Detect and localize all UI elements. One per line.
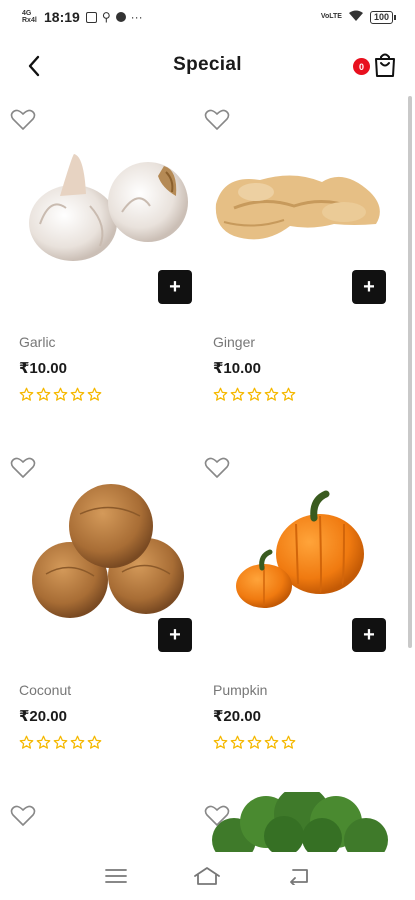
network-type: 4G <box>22 10 32 17</box>
star-icon <box>264 387 279 401</box>
status-left: 4G Rx4l 18:19 ⚲ ··· <box>22 9 143 25</box>
heart-icon <box>10 457 36 478</box>
heart-icon <box>10 109 36 130</box>
star-icon <box>264 735 279 749</box>
status-right: VoLTE 100 <box>320 10 397 24</box>
favorite-button[interactable] <box>10 804 36 828</box>
scrollbar[interactable] <box>408 96 412 648</box>
favorite-button[interactable] <box>10 108 36 132</box>
heart-icon <box>204 457 230 478</box>
rating-stars <box>19 735 102 750</box>
favorite-button[interactable] <box>204 804 230 828</box>
back-icon <box>290 869 309 885</box>
notification-icons: ⚲ ··· <box>85 10 143 24</box>
add-to-cart-button[interactable]: + <box>158 618 192 652</box>
favorite-button[interactable] <box>10 456 36 480</box>
star-icon <box>213 735 228 749</box>
star-icon <box>87 387 102 401</box>
star-icon <box>281 387 296 401</box>
product-name: Garlic <box>19 334 56 350</box>
heart-icon <box>204 805 230 826</box>
product-price: ₹20.00 <box>19 708 67 725</box>
rating-stars <box>213 387 296 402</box>
plus-icon: + <box>169 624 181 646</box>
more-icon: ··· <box>130 10 143 24</box>
menu-button[interactable] <box>96 861 136 891</box>
heart-icon <box>204 109 230 130</box>
add-to-cart-button[interactable]: + <box>352 618 386 652</box>
star-icon <box>53 387 68 401</box>
plus-icon: + <box>363 276 375 298</box>
star-icon <box>70 387 85 401</box>
star-icon <box>230 735 245 749</box>
back-nav-button[interactable] <box>279 861 319 891</box>
menu-icon <box>104 869 127 883</box>
status-bar: 4G Rx4l 18:19 ⚲ ··· VoLTE 100 <box>0 0 415 34</box>
product-price: ₹10.00 <box>213 360 261 377</box>
star-icon <box>281 735 296 749</box>
star-icon <box>36 735 51 749</box>
favorite-button[interactable] <box>204 456 230 480</box>
chevron-left-icon <box>28 55 40 77</box>
star-icon <box>87 735 102 749</box>
wifi-icon <box>348 10 364 24</box>
battery-icon: 100 <box>369 10 397 24</box>
cart-button[interactable]: 0 <box>353 52 397 80</box>
rating-stars <box>19 387 102 402</box>
cart-badge: 0 <box>353 58 370 75</box>
star-icon <box>247 387 262 401</box>
home-icon <box>194 867 221 885</box>
shopping-bag-icon <box>375 53 395 77</box>
rating-stars <box>213 735 296 750</box>
product-name: Coconut <box>19 682 72 698</box>
star-icon <box>36 387 51 401</box>
message-icon <box>115 12 126 22</box>
back-button[interactable] <box>20 52 48 80</box>
plus-icon: + <box>363 624 375 646</box>
plus-icon: + <box>169 276 181 298</box>
app-header: Special 0 <box>0 34 415 96</box>
home-button[interactable] <box>187 861 227 891</box>
volte-icon: VoLTE <box>320 13 342 20</box>
system-nav-bar <box>0 852 415 900</box>
app-notification-icon <box>85 11 97 23</box>
page-title: Special <box>173 54 242 75</box>
product-price: ₹10.00 <box>19 360 67 377</box>
heart-icon <box>10 805 36 826</box>
product-card[interactable] <box>0 792 194 852</box>
network-indicator: 4G Rx4l <box>22 10 38 24</box>
star-icon <box>230 387 245 401</box>
add-to-cart-button[interactable]: + <box>352 270 386 304</box>
star-icon <box>213 387 228 401</box>
product-name: Ginger <box>213 334 256 350</box>
star-icon <box>70 735 85 749</box>
add-to-cart-button[interactable]: + <box>158 270 192 304</box>
product-card[interactable] <box>194 792 388 852</box>
star-icon <box>19 735 34 749</box>
clock: 18:19 <box>44 9 80 25</box>
product-name: Pumpkin <box>213 682 268 698</box>
favorite-button[interactable] <box>204 108 230 132</box>
star-icon <box>247 735 262 749</box>
star-icon <box>19 387 34 401</box>
usb-icon: ⚲ <box>101 10 111 24</box>
network-rate: Rx4l <box>22 17 37 24</box>
star-icon <box>53 735 68 749</box>
product-price: ₹20.00 <box>213 708 261 725</box>
